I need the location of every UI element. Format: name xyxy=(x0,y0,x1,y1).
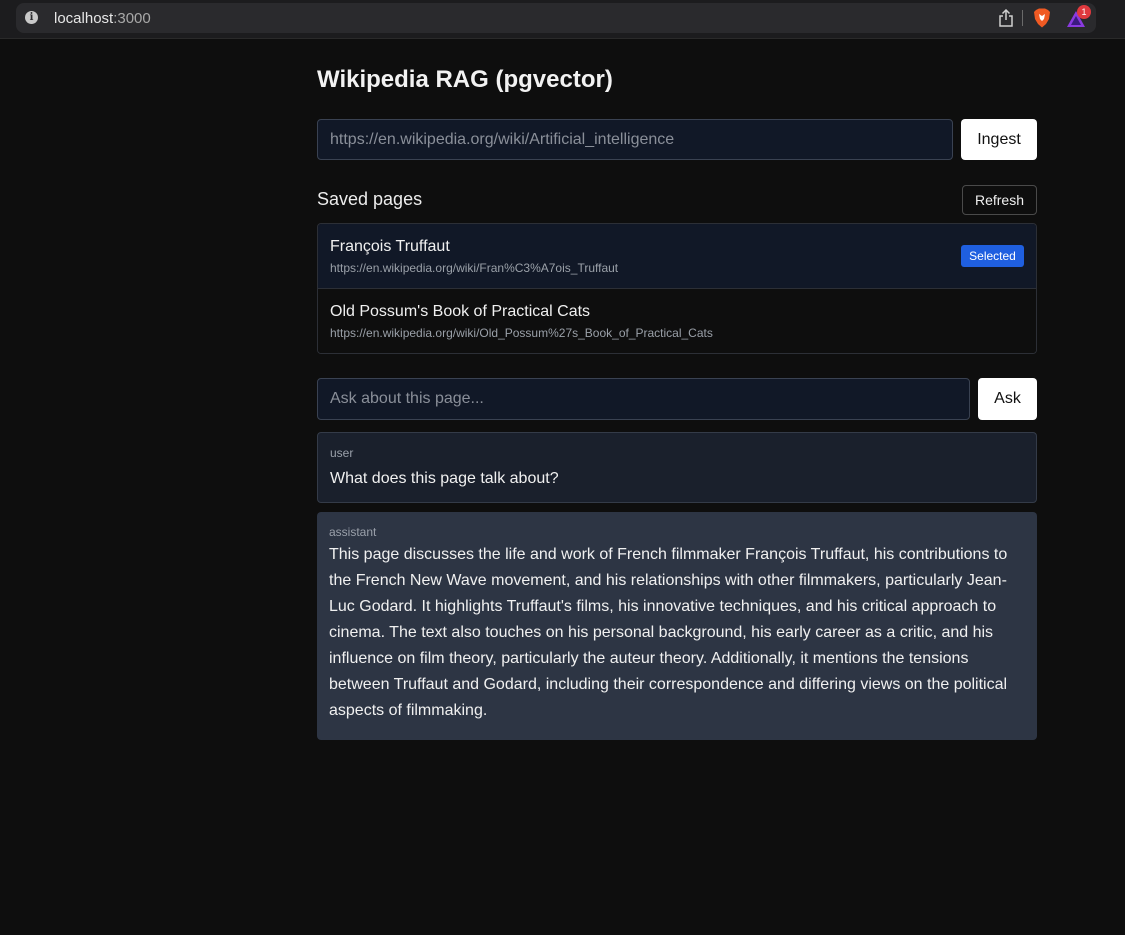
question-input[interactable] xyxy=(317,378,970,420)
saved-page-url: https://en.wikipedia.org/wiki/Old_Possum… xyxy=(330,326,713,340)
message-role: assistant xyxy=(329,525,377,539)
assistant-message: assistant This page discusses the life a… xyxy=(317,512,1037,740)
message-text: What does this page talk about? xyxy=(330,470,559,487)
site-info-icon[interactable]: i xyxy=(25,11,38,24)
message-role: user xyxy=(330,446,354,460)
saved-page-item[interactable]: Old Possum's Book of Practical Cats http… xyxy=(318,289,1036,353)
browser-toolbar: i localhost:3000 1 xyxy=(0,0,1125,39)
saved-page-title: Old Possum's Book of Practical Cats xyxy=(330,303,591,320)
brave-shields-icon[interactable] xyxy=(1033,8,1051,28)
address-url[interactable]: localhost:3000 xyxy=(54,10,151,27)
saved-page-item-selected[interactable]: François Truffaut https://en.wikipedia.o… xyxy=(318,224,1036,289)
wikipedia-url-input[interactable] xyxy=(317,119,953,160)
address-bar[interactable] xyxy=(16,3,1096,33)
toolbar-divider xyxy=(1022,10,1023,26)
notification-badge: 1 xyxy=(1077,5,1091,19)
saved-page-url: https://en.wikipedia.org/wiki/Fran%C3%A7… xyxy=(330,261,619,275)
url-port: :3000 xyxy=(113,10,151,27)
share-icon[interactable] xyxy=(998,9,1014,27)
selected-badge: Selected xyxy=(961,245,1024,267)
saved-pages-list: François Truffaut https://en.wikipedia.o… xyxy=(317,223,1037,354)
saved-page-title: François Truffaut xyxy=(330,238,450,255)
message-text: This page discusses the life and work of… xyxy=(329,546,1008,719)
ask-button[interactable]: Ask xyxy=(978,378,1037,420)
url-host: localhost xyxy=(54,10,114,27)
user-message: user What does this page talk about? xyxy=(317,432,1037,503)
saved-pages-heading: Saved pages xyxy=(317,189,423,209)
ingest-button[interactable]: Ingest xyxy=(961,119,1037,160)
refresh-button[interactable]: Refresh xyxy=(962,185,1037,215)
page-title: Wikipedia RAG (pgvector) xyxy=(317,66,613,93)
